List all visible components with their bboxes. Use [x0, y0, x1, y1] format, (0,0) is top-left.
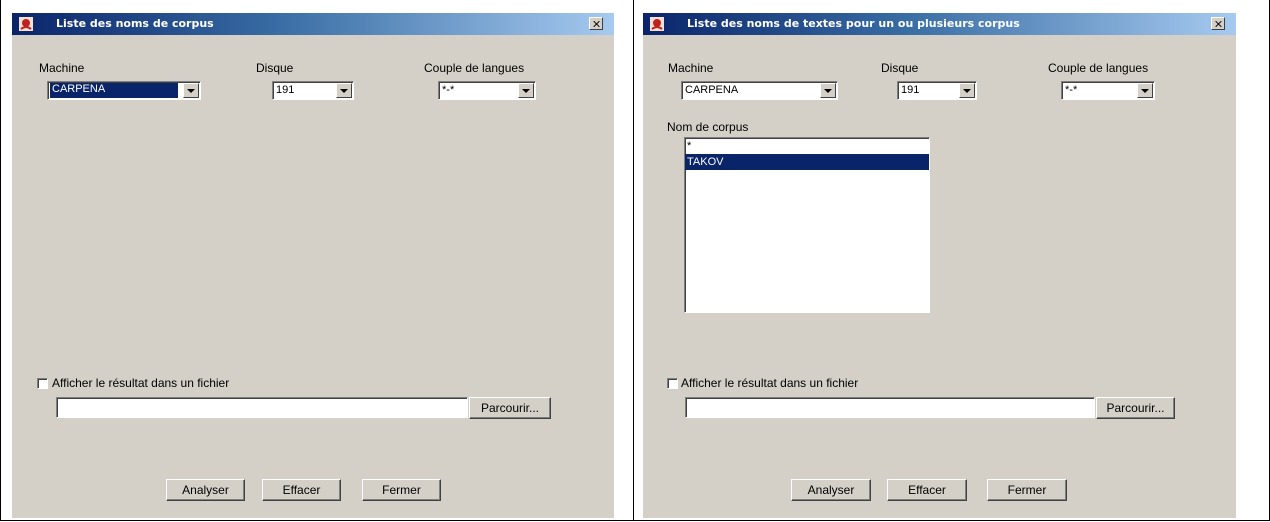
- chevron-down-icon[interactable]: [336, 83, 352, 98]
- close-icon[interactable]: [1211, 17, 1225, 30]
- effacer-button[interactable]: Effacer: [262, 479, 341, 501]
- output-file-checkbox[interactable]: [37, 378, 48, 389]
- couple-label: Couple de langues: [424, 61, 525, 75]
- app-icon: [19, 17, 33, 31]
- browse-button[interactable]: Parcourir...: [469, 397, 551, 419]
- close-icon[interactable]: [589, 17, 603, 30]
- machine-select[interactable]: CARPENA: [681, 81, 838, 100]
- couple-value: *-*: [1065, 84, 1078, 96]
- corpus-label: Nom de corpus: [667, 120, 749, 134]
- couple-select[interactable]: *-*: [438, 81, 536, 100]
- machine-label: Machine: [668, 61, 714, 75]
- analyser-button[interactable]: Analyser: [791, 479, 871, 501]
- machine-select[interactable]: CARPENA: [47, 81, 201, 100]
- chevron-down-icon[interactable]: [183, 83, 199, 98]
- file-path-input[interactable]: [685, 397, 1095, 418]
- machine-value: CARPENA: [685, 84, 739, 96]
- disque-value: 191: [901, 84, 920, 96]
- list-item[interactable]: *: [685, 138, 929, 154]
- disque-select[interactable]: 191: [897, 81, 977, 100]
- disque-label: Disque: [256, 61, 294, 75]
- window-title: Liste des noms de textes pour un ou plus…: [687, 17, 1020, 30]
- machine-label: Machine: [39, 61, 85, 75]
- chevron-down-icon[interactable]: [959, 83, 975, 98]
- couple-value: *-*: [442, 84, 455, 96]
- right-titlebar[interactable]: Liste des noms de textes pour un ou plus…: [643, 13, 1236, 35]
- window-title: Liste des noms de corpus: [56, 17, 214, 30]
- output-file-checkbox[interactable]: [667, 378, 678, 389]
- couple-select[interactable]: *-*: [1061, 81, 1155, 100]
- browse-button[interactable]: Parcourir...: [1096, 397, 1175, 419]
- chevron-down-icon[interactable]: [1137, 83, 1153, 98]
- left-dialog: Liste des noms de corpus Machine CARPENA…: [12, 13, 614, 518]
- disque-label: Disque: [881, 61, 919, 75]
- fermer-button[interactable]: Fermer: [362, 479, 441, 501]
- app-icon: [650, 17, 664, 31]
- disque-select[interactable]: 191: [272, 81, 354, 100]
- corpus-list[interactable]: * TAKOV: [684, 137, 930, 313]
- left-titlebar[interactable]: Liste des noms de corpus: [12, 13, 614, 35]
- couple-label: Couple de langues: [1048, 61, 1149, 75]
- right-dialog: Liste des noms de textes pour un ou plus…: [643, 13, 1236, 518]
- file-path-input[interactable]: [56, 397, 468, 418]
- chevron-down-icon[interactable]: [518, 83, 534, 98]
- disque-value: 191: [276, 84, 295, 96]
- chevron-down-icon[interactable]: [820, 83, 836, 98]
- effacer-button[interactable]: Effacer: [887, 479, 967, 501]
- fermer-button[interactable]: Fermer: [987, 479, 1067, 501]
- machine-value: CARPENA: [50, 83, 178, 98]
- checkbox-label: Afficher le résultat dans un fichier: [681, 376, 859, 390]
- analyser-button[interactable]: Analyser: [166, 479, 245, 501]
- list-item[interactable]: TAKOV: [685, 154, 929, 170]
- checkbox-label: Afficher le résultat dans un fichier: [52, 376, 230, 390]
